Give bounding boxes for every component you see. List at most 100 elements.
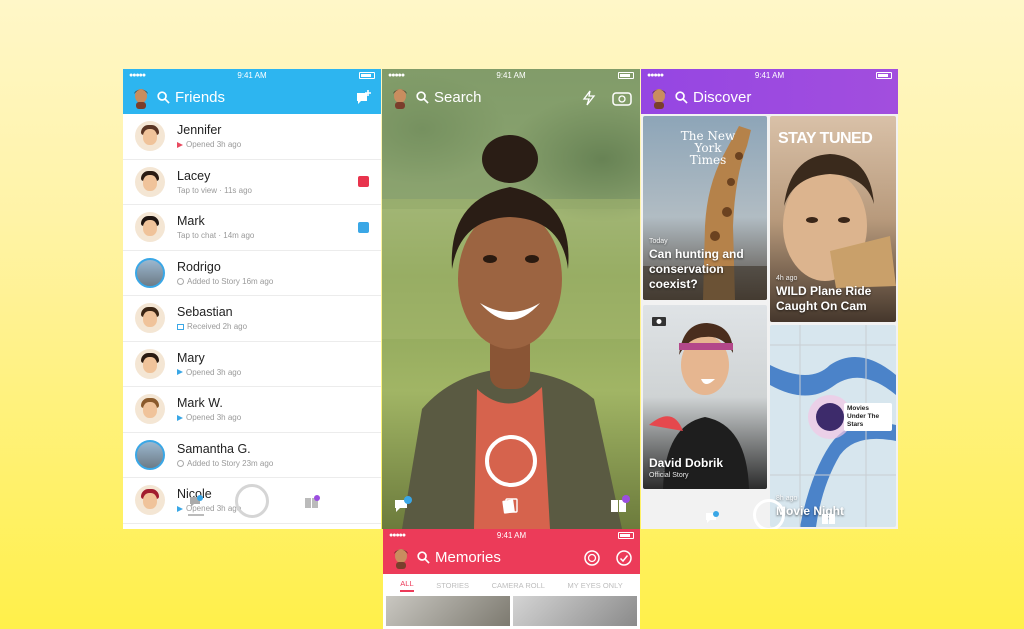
- friend-status: Opened 3h ago: [186, 413, 242, 423]
- friends-search[interactable]: Friends: [157, 89, 225, 106]
- camera-screen: ●●●●● 9:41 AM Search: [382, 69, 640, 529]
- search-icon: [416, 91, 429, 104]
- tile-kicker: 4h ago: [776, 275, 798, 282]
- new-chat-icon[interactable]: [355, 89, 373, 107]
- bitmoji-avatar[interactable]: [649, 87, 669, 109]
- stay-tuned-logo: STAY TUNED: [778, 130, 873, 147]
- avatar[interactable]: [135, 166, 165, 197]
- story-icon: [177, 277, 184, 285]
- bitmoji-avatar[interactable]: [131, 87, 151, 109]
- avatar[interactable]: [135, 121, 165, 152]
- friend-status: Added to Story 16m ago: [187, 276, 274, 286]
- friend-name: Mark W.: [177, 396, 223, 411]
- page-indicator: [188, 514, 204, 516]
- camera-search[interactable]: Search: [416, 89, 482, 106]
- friend-row[interactable]: Sebastian Received 2h ago: [123, 296, 381, 342]
- friends-screen: ●●●●● 9:41 AM Friends Jennifer Opened 3h …: [123, 69, 381, 529]
- tab-all[interactable]: ALL: [400, 579, 414, 592]
- friend-row[interactable]: Jennifer Opened 3h ago: [123, 114, 381, 160]
- camera-roll-icon[interactable]: [584, 549, 600, 566]
- friend-row[interactable]: Mary Opened 3h ago: [123, 342, 381, 387]
- tile-kicker: Today: [649, 238, 668, 245]
- avatar[interactable]: [135, 303, 165, 334]
- memory-thumbnail[interactable]: [513, 596, 637, 626]
- bitmoji-avatar[interactable]: [391, 547, 411, 569]
- friend-list: Jennifer Opened 3h ago Lacey Tap to view · …: [123, 114, 381, 524]
- camera-badge-icon: [652, 317, 666, 326]
- memories-grid: [383, 596, 640, 626]
- opened-arrow-icon: [177, 369, 183, 376]
- friend-status: Tap to view · 11s ago: [177, 185, 253, 195]
- discover-tile-dobrik[interactable]: David Dobrik Official Story: [643, 305, 767, 489]
- memories-tabs: ALL STORIES CAMERA ROLL MY EYES ONLY: [383, 574, 640, 596]
- received-chat-icon: [177, 323, 184, 330]
- tile-title: David Dobrik: [649, 456, 724, 470]
- friend-status: Added to Story 23m ago: [187, 458, 274, 468]
- discover-tile-nyt[interactable]: The New York Times Today Can hunting and…: [643, 116, 767, 300]
- friend-row[interactable]: Mark W. Opened 3h ago: [123, 387, 381, 433]
- friend-name: Mark: [177, 214, 205, 229]
- status-bar: ●●●●● 9:41 AM: [382, 69, 640, 81]
- flash-icon[interactable]: [582, 90, 596, 106]
- search-icon: [675, 91, 688, 104]
- shutter-button[interactable]: [235, 484, 269, 518]
- flip-camera-icon[interactable]: [612, 90, 632, 106]
- stories-nav-icon[interactable]: [304, 495, 320, 509]
- memories-search[interactable]: Memories: [417, 549, 501, 566]
- friend-status: Tap to chat · 14m ago: [177, 231, 255, 241]
- friend-status: Received 2h ago: [187, 322, 248, 332]
- avatar[interactable]: [135, 257, 165, 288]
- friend-name: Jennifer: [177, 123, 222, 138]
- chat-nav-icon[interactable]: [705, 511, 719, 525]
- bitmoji-avatar[interactable]: [390, 87, 410, 109]
- status-time: 9:41 AM: [754, 70, 785, 80]
- battery-icon: [618, 71, 634, 79]
- status-bar: ●●●●● 9:41 AM: [641, 69, 898, 81]
- friends-title: Friends: [175, 89, 226, 106]
- stories-nav-icon[interactable]: [821, 511, 837, 525]
- search-icon: [417, 551, 430, 564]
- friend-row[interactable]: Rodrigo Added to Story 16m ago: [123, 251, 381, 296]
- tile-kicker: 8h ago: [776, 495, 798, 502]
- tab-stories[interactable]: STORIES: [436, 581, 469, 590]
- friend-row[interactable]: Lacey Tap to view · 11s ago: [123, 160, 381, 205]
- select-check-icon[interactable]: [616, 549, 632, 566]
- status-time: 9:41 AM: [237, 70, 267, 80]
- unread-badge: [358, 176, 369, 188]
- discover-search[interactable]: Discover: [675, 89, 751, 106]
- memories-title: Memories: [435, 549, 501, 566]
- chat-nav-icon[interactable]: [394, 496, 412, 514]
- shutter-button[interactable]: [753, 499, 785, 529]
- tab-camera-roll[interactable]: CAMERA ROLL: [492, 581, 545, 590]
- avatar[interactable]: [135, 212, 165, 243]
- avatar[interactable]: [135, 439, 165, 470]
- tile-title: Can hunting and conservation coexist?: [649, 247, 744, 291]
- chat-nav-icon[interactable]: [189, 495, 203, 509]
- memory-thumbnail[interactable]: [386, 596, 510, 626]
- status-bar: ●●●●● 9:41 AM: [123, 69, 381, 81]
- battery-icon: [876, 71, 892, 79]
- opened-arrow-icon: [177, 414, 183, 421]
- friend-row[interactable]: Mark Tap to chat · 14m ago: [123, 205, 381, 251]
- tile-title: WILD Plane Ride Caught On Cam: [776, 284, 872, 313]
- memories-icon[interactable]: [501, 497, 519, 515]
- discover-screen: ●●●●● 9:41 AM Discover The New York Time…: [641, 69, 898, 529]
- unread-badge: [358, 221, 369, 233]
- friends-bottom-bar: [123, 484, 381, 529]
- tile-subtitle: Official Story: [649, 472, 689, 479]
- capture-button[interactable]: [485, 435, 537, 487]
- friend-row[interactable]: Samantha G. Added to Story 23m ago: [123, 433, 381, 478]
- discover-tile-staytuned[interactable]: STAY TUNED 4h ago WILD Plane Ride Caught…: [770, 116, 896, 322]
- status-bar: ●●●●● 9:41 AM: [383, 529, 640, 541]
- discover-tile-map[interactable]: Movies Under The Stars 8h ago Movie Nigh…: [770, 325, 896, 527]
- memories-header: ●●●●● 9:41 AM Memories: [383, 529, 640, 574]
- tab-my-eyes-only[interactable]: MY EYES ONLY: [568, 581, 623, 590]
- avatar[interactable]: [135, 348, 165, 379]
- friend-name: Sebastian: [177, 305, 233, 320]
- stories-nav-icon[interactable]: [610, 495, 630, 513]
- nyt-logo: The New York Times: [680, 129, 736, 167]
- battery-icon: [618, 531, 634, 539]
- friend-status: Opened 3h ago: [186, 367, 242, 377]
- discover-header: ●●●●● 9:41 AM Discover: [641, 69, 898, 114]
- avatar[interactable]: [135, 394, 165, 425]
